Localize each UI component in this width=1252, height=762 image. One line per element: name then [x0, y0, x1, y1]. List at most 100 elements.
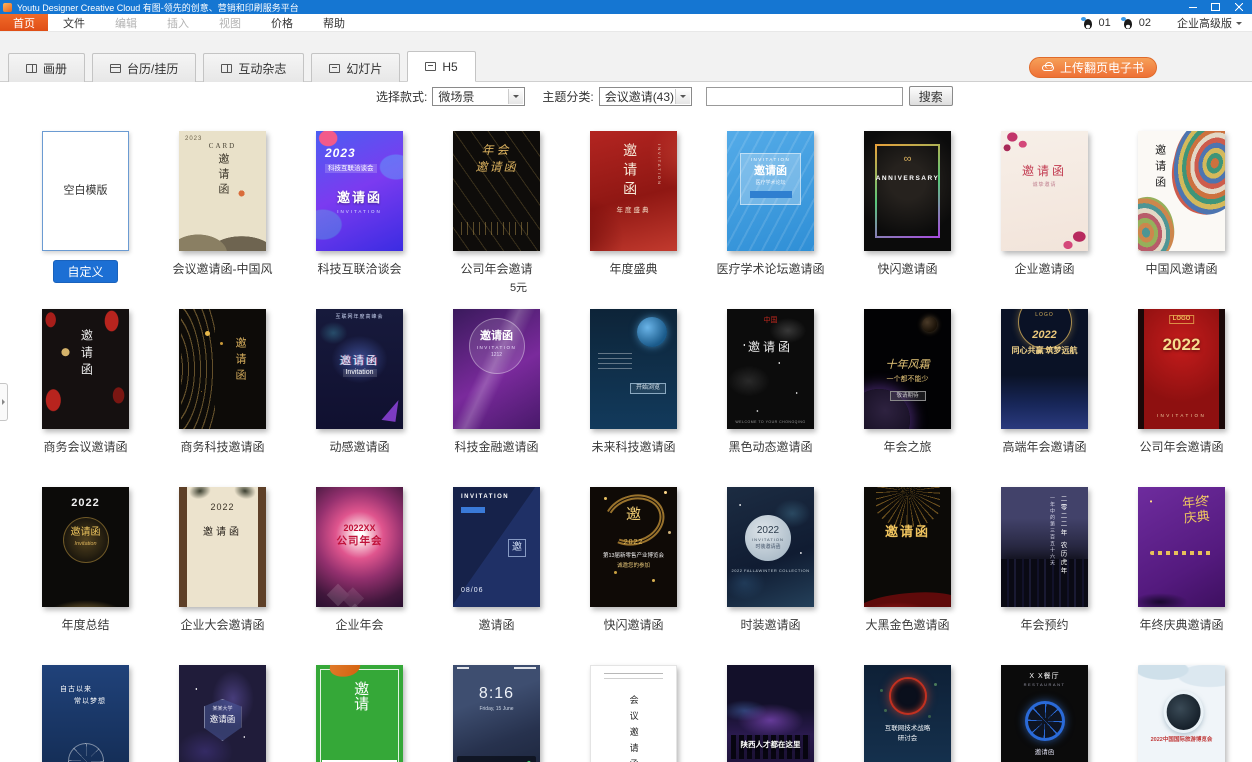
tab-label: 互动杂志 [238, 60, 286, 77]
thumb-text: INVITATION [477, 345, 517, 350]
content-area: 选择款式: 微场景 主题分类: 会议邀请(43) 搜索 空白模版自定义2023C… [0, 86, 1252, 762]
template-thumb[interactable]: 互联网技术战略研讨会 [864, 665, 951, 762]
thumb-text: INVITATION [656, 144, 661, 186]
thumb-text: 2022 [624, 539, 644, 547]
template-cell: 会议邀请函 [590, 665, 677, 762]
tab-magazine[interactable]: 互动杂志 [203, 53, 304, 82]
cloud-upload-icon [1042, 65, 1054, 71]
template-label: 年终庆典邀请函 [1139, 616, 1223, 633]
template-thumb[interactable]: INVITATION邀请函医疗学术论坛 [727, 131, 814, 251]
template-thumb[interactable]: 邀请函 [864, 487, 951, 607]
menu-item-price[interactable]: 价格 [256, 14, 308, 31]
close-icon[interactable] [1227, 0, 1250, 14]
template-label: 会议邀请函-中国风 [173, 260, 273, 277]
thumb-text: 2023 [185, 136, 202, 143]
template-cell: 互联网技术战略研讨会 [864, 665, 951, 762]
template-thumb[interactable]: 2022邀请函Invitation [42, 487, 129, 607]
template-cell: LOGO2022INVITATION公司年会邀请函 [1138, 309, 1225, 487]
account-label-2[interactable]: 02 [1139, 17, 1151, 29]
thumb-text: 中国 [764, 316, 778, 324]
tab-calendar[interactable]: 台历/挂历 [92, 53, 196, 82]
template-thumb[interactable]: 开始浏览 [590, 309, 677, 429]
template-thumb[interactable]: 邀2022第13届新零售产业博览会诚邀您的参加 [590, 487, 677, 607]
upload-ebook-button[interactable]: 上传翻页电子书 [1029, 57, 1157, 78]
template-label: 企业邀请函 [1014, 260, 1074, 277]
search-input[interactable] [706, 87, 903, 106]
template-thumb[interactable]: 二零二二年 农历虎年一年中的第三百五十六天 [1001, 487, 1088, 607]
template-thumb[interactable]: 年会邀请函 [453, 131, 540, 251]
menu-item-home[interactable]: 首页 [0, 14, 48, 31]
dropdown-arrow-box[interactable] [675, 89, 690, 104]
template-thumb[interactable]: 年终庆典 [1138, 487, 1225, 607]
template-label: 年会之旅 [883, 438, 931, 455]
template-thumb[interactable]: 2022INVITATION时装邀请函2022 FALL&WINTER COLL… [727, 487, 814, 607]
thumb-text: 邀请函 [233, 337, 246, 385]
template-thumb[interactable]: 2023科技互联洽谈会邀请函INVITATION [316, 131, 403, 251]
h5-screen-icon [425, 62, 436, 71]
tab-label: 画册 [43, 60, 67, 77]
template-cell: 邀请函INVITATION1212科技金融邀请函 [453, 309, 540, 487]
search-button[interactable]: 搜索 [909, 86, 953, 106]
thumb-text: 邀请函 [340, 355, 379, 368]
thumb-text: 空白模版 [64, 185, 108, 198]
account-label-1[interactable]: 01 [1099, 17, 1111, 29]
tab-h5[interactable]: H5 [407, 51, 475, 82]
thumb-text: INVITATION [751, 157, 791, 162]
template-thumb[interactable]: 陕西人才都在这里中国·西安 [727, 665, 814, 762]
tab-slides[interactable]: 幻灯片 [311, 53, 400, 82]
template-label: 年度盛典 [609, 260, 657, 277]
template-thumb[interactable]: 邀请函诚挚邀请 [1001, 131, 1088, 251]
template-thumb[interactable]: 自古以来常以梦想 [42, 665, 129, 762]
template-thumb[interactable]: 邀请“会呼吸的空气”主题艺术展 [316, 665, 403, 762]
panel-expand-toggle[interactable] [0, 383, 8, 421]
template-thumb[interactable]: 邀请函INVITATION1212 [453, 309, 540, 429]
maximize-icon[interactable] [1204, 0, 1227, 14]
menu-item-file[interactable]: 文件 [48, 14, 100, 31]
template-thumb[interactable]: 十年风霜一个都不能少敬请期待 [864, 309, 951, 429]
template-thumb[interactable]: 邀请函 [42, 309, 129, 429]
thumb-text: 邀请函 [475, 161, 517, 175]
thumb-text: Invitation [74, 541, 96, 547]
dropdown-arrow-box[interactable] [508, 89, 523, 104]
template-thumb[interactable]: 某某大学邀请函 [179, 665, 266, 762]
titlebar: Youtu Designer Creative Cloud 有图-领先的创意、营… [0, 0, 1252, 14]
template-thumb[interactable]: 2022XX公司年会 [316, 487, 403, 607]
template-label: 邀请函 [478, 616, 514, 633]
template-thumb[interactable]: ANNIVERSARY [864, 131, 951, 251]
thumb-text: LOGO [1035, 313, 1053, 319]
template-thumb[interactable]: 2022中国国际旅游博览会 [1138, 665, 1225, 762]
template-thumb[interactable]: 中国邀请函WELCOME TO YOUR CHONGQING [727, 309, 814, 429]
template-thumb[interactable]: X X餐厅RESTAURANT邀请函 [1001, 665, 1088, 762]
template-thumb[interactable]: 2023CARD邀请函 [179, 131, 266, 251]
tab-label: 台历/挂历 [127, 60, 178, 77]
template-thumb[interactable]: INVITATION邀08/06 [453, 487, 540, 607]
template-thumb[interactable]: LOGO2022同心共赢 筑梦远航 [1001, 309, 1088, 429]
album-book-icon [26, 64, 37, 73]
chevron-down-icon [513, 95, 519, 101]
template-label: 中国风邀请函 [1145, 260, 1217, 277]
plan-dropdown[interactable]: 企业高级版 [1177, 15, 1242, 31]
thumb-text: 邀请函 [1035, 749, 1055, 756]
style-select[interactable]: 微场景 [432, 87, 525, 106]
blank-template-thumb[interactable]: 空白模版 [42, 131, 129, 251]
customize-button[interactable]: 自定义 [53, 260, 117, 283]
category-select[interactable]: 会议邀请(43) [599, 87, 692, 106]
template-thumb[interactable]: 互联网年度高峰会邀请函Invitation [316, 309, 403, 429]
menu-item-help[interactable]: 帮助 [308, 14, 360, 31]
app-logo-icon [3, 3, 12, 12]
thumb-text: Invitation [342, 369, 376, 377]
template-thumb[interactable]: 邀请函 [1138, 131, 1225, 251]
minimize-icon[interactable] [1181, 0, 1204, 14]
template-thumb[interactable]: 邀请函INVITATION年度盛典 [590, 131, 677, 251]
template-thumb[interactable]: 邀请函 [179, 309, 266, 429]
template-thumb[interactable]: LOGO2022INVITATION [1138, 309, 1225, 429]
menu-item-edit: 编辑 [100, 14, 152, 31]
thumb-text: 邀请函 [216, 153, 229, 198]
template-thumb[interactable]: 8:16Friday, 15 June [453, 665, 540, 762]
qq-account-icon[interactable] [1123, 17, 1133, 29]
qq-account-icon[interactable] [1083, 17, 1093, 29]
thumb-text: 陕西人才都在这里 [741, 741, 801, 750]
tab-album[interactable]: 画册 [8, 53, 85, 82]
template-thumb[interactable]: 会议邀请函 [590, 665, 677, 762]
template-thumb[interactable]: 2022邀请函 [179, 487, 266, 607]
